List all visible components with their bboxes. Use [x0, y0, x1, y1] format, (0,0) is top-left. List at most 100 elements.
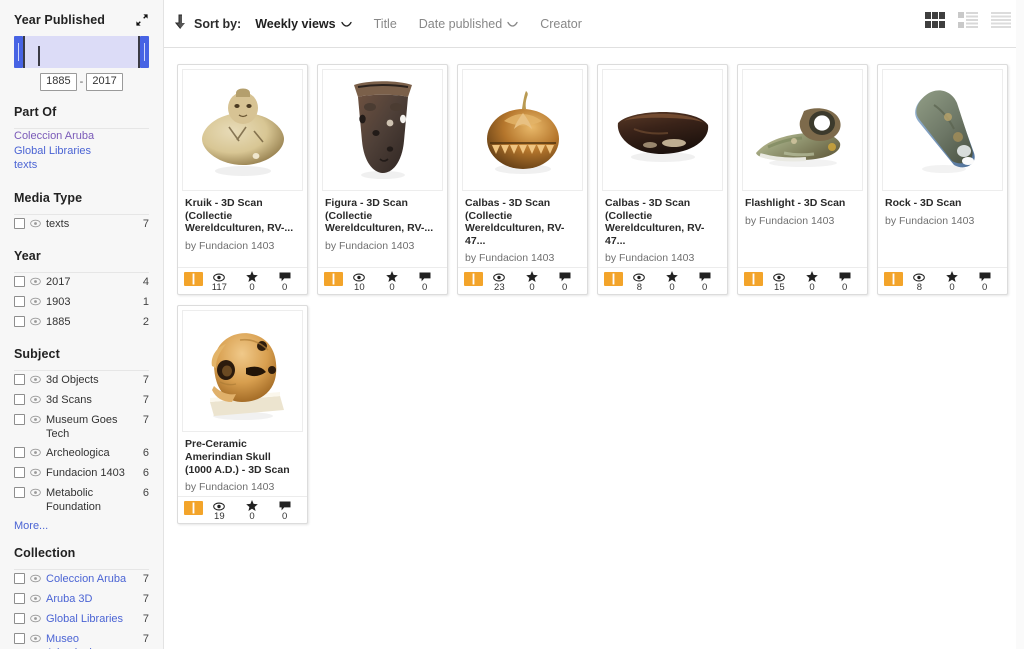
eye-icon[interactable]: [30, 613, 41, 627]
facet-checkbox[interactable]: [14, 467, 25, 478]
card-footer: 117 0 0: [178, 267, 307, 294]
facet-item[interactable]: Museum Goes Tech 7: [14, 411, 149, 444]
sort-option-title[interactable]: Title: [374, 17, 397, 31]
subject-more-link[interactable]: More...: [14, 517, 149, 532]
card-title[interactable]: Flashlight - 3D Scan: [745, 197, 860, 210]
expand-arrows-icon[interactable]: [135, 13, 149, 27]
eye-icon[interactable]: [30, 394, 41, 408]
slider-handle-max[interactable]: [138, 36, 149, 68]
facet-checkbox[interactable]: [14, 296, 25, 307]
compact-list-view-icon[interactable]: [990, 10, 1012, 37]
part-of-link[interactable]: Global Libraries: [14, 144, 149, 159]
eye-icon[interactable]: [30, 447, 41, 461]
result-card[interactable]: Figura - 3D Scan (Collectie Wereldcultur…: [317, 64, 448, 296]
card-creator[interactable]: by Fundacion 1403: [885, 215, 1000, 228]
texts-book-icon[interactable]: [884, 271, 903, 291]
facet-item[interactable]: Fundacion 1403 6: [14, 464, 149, 484]
texts-book-icon[interactable]: [744, 271, 763, 291]
texts-book-icon[interactable]: [604, 271, 623, 291]
result-card[interactable]: Flashlight - 3D Scan by Fundacion 1403 1…: [737, 64, 868, 296]
eye-icon[interactable]: [30, 374, 41, 388]
eye-icon[interactable]: [30, 316, 41, 330]
texts-book-icon[interactable]: [184, 271, 203, 291]
year-max-input[interactable]: 2017: [86, 73, 123, 91]
facet-item[interactable]: 2017 4: [14, 273, 149, 293]
eye-icon[interactable]: [30, 573, 41, 587]
sort-option-creator[interactable]: Creator: [540, 17, 582, 31]
facet-checkbox[interactable]: [14, 414, 25, 425]
facet-item[interactable]: 3d Scans 7: [14, 391, 149, 411]
pottery-figure-vessel-thumbnail[interactable]: [182, 69, 303, 191]
result-card[interactable]: Rock - 3D Scan by Fundacion 1403 8 0 0: [877, 64, 1008, 296]
facet-item[interactable]: 3d Objects 7: [14, 371, 149, 391]
facet-checkbox[interactable]: [14, 276, 25, 287]
eye-icon[interactable]: [30, 414, 41, 428]
eye-icon[interactable]: [30, 487, 41, 501]
facet-checkbox[interactable]: [14, 633, 25, 644]
result-card[interactable]: Kruik - 3D Scan (Collectie Wereldculture…: [177, 64, 308, 296]
facet-item[interactable]: Museo Arkeologico Nacional Aruba 7: [14, 630, 149, 649]
eye-icon[interactable]: [30, 467, 41, 481]
facet-checkbox[interactable]: [14, 316, 25, 327]
facet-item[interactable]: Metabolic Foundation 6: [14, 484, 149, 517]
card-title[interactable]: Calbas - 3D Scan (Collectie Wereldcultur…: [465, 197, 580, 247]
result-card[interactable]: Calbas - 3D Scan (Collectie Wereldcultur…: [457, 64, 588, 296]
scrollbar-gutter[interactable]: [1016, 0, 1024, 649]
year-published-range-slider[interactable]: 1885 - 2017: [14, 34, 149, 91]
dark-gourd-bowl-thumbnail[interactable]: [602, 69, 723, 191]
comments-count: 0: [562, 281, 568, 293]
card-creator[interactable]: by Fundacion 1403: [465, 252, 580, 265]
sort-option-weekly-views[interactable]: Weekly views: [255, 17, 352, 31]
decorated-gourd-thumbnail[interactable]: [462, 69, 583, 191]
sort-arrow-icon[interactable]: [174, 13, 188, 35]
card-title[interactable]: Kruik - 3D Scan (Collectie Wereldculture…: [185, 197, 300, 235]
result-card[interactable]: Pre-Ceramic Amerindian Skull (1000 A.D.)…: [177, 305, 308, 525]
eye-icon[interactable]: [30, 218, 41, 232]
facet-item[interactable]: texts 7: [14, 215, 149, 235]
facet-item[interactable]: 1885 2: [14, 313, 149, 333]
facet-checkbox[interactable]: [14, 218, 25, 229]
card-creator[interactable]: by Fundacion 1403: [185, 481, 300, 494]
year-min-input[interactable]: 1885: [40, 73, 77, 91]
card-title[interactable]: Rock - 3D Scan: [885, 197, 1000, 210]
facet-checkbox[interactable]: [14, 487, 25, 498]
facet-checkbox[interactable]: [14, 447, 25, 458]
facet-item[interactable]: Global Libraries 7: [14, 610, 149, 630]
eye-icon[interactable]: [30, 633, 41, 647]
stone-axe-rock-thumbnail[interactable]: [882, 69, 1003, 191]
facet-checkbox[interactable]: [14, 573, 25, 584]
slider-handle-min[interactable]: [14, 36, 25, 68]
facet-item[interactable]: 1903 1: [14, 293, 149, 313]
facet-item[interactable]: Coleccion Aruba 7: [14, 570, 149, 590]
grid-view-icon[interactable]: [924, 10, 946, 37]
facet-checkbox[interactable]: [14, 593, 25, 604]
card-title[interactable]: Figura - 3D Scan (Collectie Wereldcultur…: [325, 197, 440, 235]
texts-book-icon[interactable]: [184, 500, 203, 520]
part-of-link[interactable]: texts: [14, 158, 149, 173]
sort-option-date-published[interactable]: Date published: [419, 17, 518, 31]
card-title[interactable]: Calbas - 3D Scan (Collectie Wereldcultur…: [605, 197, 720, 247]
slider-track[interactable]: [14, 36, 149, 68]
facet-item[interactable]: Aruba 3D 7: [14, 590, 149, 610]
comment-icon: [839, 270, 851, 282]
texts-book-icon[interactable]: [464, 271, 483, 291]
facet-checkbox[interactable]: [14, 613, 25, 624]
part-of-link[interactable]: Coleccion Aruba: [14, 129, 149, 144]
card-creator[interactable]: by Fundacion 1403: [745, 215, 860, 228]
facet-checkbox[interactable]: [14, 394, 25, 405]
card-creator[interactable]: by Fundacion 1403: [605, 252, 720, 265]
eye-icon[interactable]: [30, 296, 41, 310]
result-card[interactable]: Calbas - 3D Scan (Collectie Wereldcultur…: [597, 64, 728, 296]
facet-checkbox[interactable]: [14, 374, 25, 385]
facet-item[interactable]: Archeologica 6: [14, 444, 149, 464]
eye-icon[interactable]: [30, 593, 41, 607]
amerindian-skull-thumbnail[interactable]: [182, 310, 303, 433]
eye-icon[interactable]: [30, 276, 41, 290]
card-creator[interactable]: by Fundacion 1403: [325, 240, 440, 253]
card-creator[interactable]: by Fundacion 1403: [185, 240, 300, 253]
list-view-icon[interactable]: [957, 10, 979, 37]
card-title[interactable]: Pre-Ceramic Amerindian Skull (1000 A.D.)…: [185, 438, 300, 476]
texts-book-icon[interactable]: [324, 271, 343, 291]
corroded-flashlight-thumbnail[interactable]: [742, 69, 863, 191]
dark-ceramic-figure-thumbnail[interactable]: [322, 69, 443, 191]
